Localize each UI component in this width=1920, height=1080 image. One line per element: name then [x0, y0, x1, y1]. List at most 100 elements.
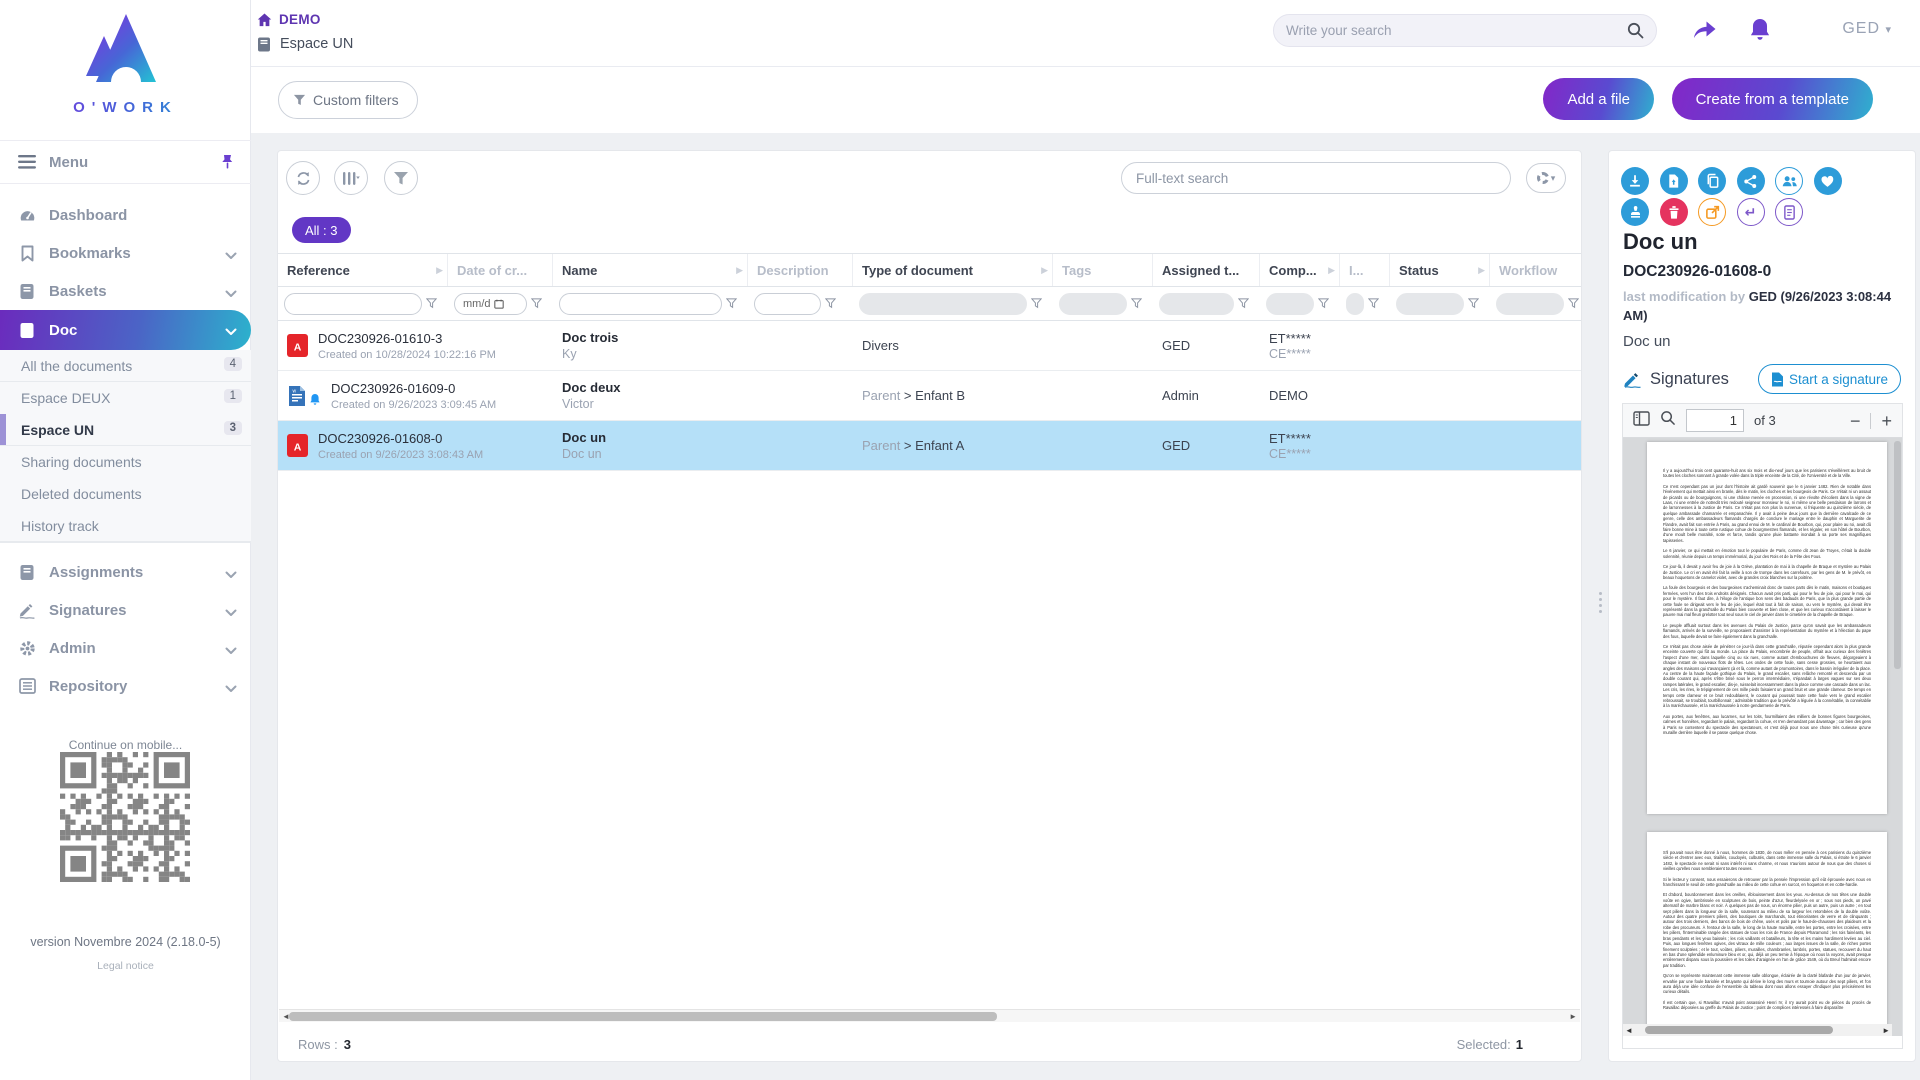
delete-button[interactable]: [1660, 198, 1688, 226]
sidebar-subitem-deleted-documents[interactable]: Deleted documents: [0, 478, 251, 510]
pdf-search-icon[interactable]: [1660, 410, 1676, 431]
funnel-filter-icon[interactable]: [1568, 298, 1579, 309]
panel-resize-handle[interactable]: [1596, 592, 1604, 613]
sidebar-subitem-sharing-documents[interactable]: Sharing documents: [0, 446, 251, 478]
column-header-1[interactable]: Date of cr...: [448, 254, 553, 286]
hamburger-icon: [17, 155, 37, 169]
funnel-filter-icon[interactable]: [1368, 298, 1379, 309]
return-button[interactable]: ↵: [1737, 198, 1765, 226]
page-count-label: of 3: [1754, 413, 1776, 428]
breadcrumb-root[interactable]: DEMO: [257, 12, 321, 27]
signatures-section: Signatures Start a signature: [1623, 363, 1901, 395]
notifications-bell-icon[interactable]: [1748, 17, 1772, 48]
funnel-filter-icon[interactable]: [1131, 298, 1142, 309]
filter-tab-all[interactable]: All : 3: [292, 217, 351, 243]
pdf-pages-area[interactable]: Il y a aujourd'hui trois cent quarante-h…: [1623, 438, 1902, 1036]
zoom-out-button[interactable]: −: [1850, 412, 1861, 430]
horizontal-scrollbar[interactable]: ◄ ►: [279, 1009, 1580, 1022]
sidebar-item-doc[interactable]: Doc: [0, 310, 251, 350]
zoom-in-button[interactable]: +: [1881, 412, 1892, 430]
legal-notice-link[interactable]: Legal notice: [0, 960, 251, 972]
column-header-3[interactable]: Description: [748, 254, 853, 286]
user-menu[interactable]: GED ▾: [1842, 20, 1892, 38]
global-search-input[interactable]: [1286, 23, 1627, 38]
scroll-right-arrow[interactable]: ►: [1569, 1012, 1577, 1021]
sidebar-subitem-history-track[interactable]: History track: [0, 510, 251, 542]
column-header-8[interactable]: I...: [1340, 254, 1390, 286]
column-header-5[interactable]: Tags: [1053, 254, 1153, 286]
funnel-filter-icon[interactable]: [1468, 298, 1479, 309]
column-header-0[interactable]: Reference▶: [278, 254, 448, 286]
sidebar-item-baskets[interactable]: Baskets: [0, 272, 251, 310]
cell-workflow: [1490, 371, 1582, 420]
scroll-right-arrow[interactable]: ►: [1882, 1026, 1890, 1035]
app-logo[interactable]: O'WORK: [0, 10, 251, 116]
sidebar-item-repository[interactable]: Repository: [0, 667, 251, 705]
funnel-filter-icon[interactable]: [1238, 298, 1249, 309]
scrollbar-thumb[interactable]: [289, 1012, 997, 1021]
pin-icon[interactable]: [220, 154, 235, 174]
funnel-filter-icon[interactable]: [825, 298, 836, 309]
menu-toggle[interactable]: Menu: [0, 143, 251, 181]
column-header-7[interactable]: Comp...▶: [1260, 254, 1340, 286]
manage-users-button[interactable]: [1775, 167, 1803, 195]
download-button[interactable]: [1621, 167, 1649, 195]
scrollbar-thumb[interactable]: [1645, 1026, 1833, 1034]
column-header-6[interactable]: Assigned t...: [1153, 254, 1260, 286]
page-number-input[interactable]: [1686, 409, 1744, 432]
filter-input[interactable]: [559, 293, 722, 315]
create-from-template-button[interactable]: Create from a template: [1672, 78, 1873, 120]
toggle-sidebar-icon[interactable]: [1633, 411, 1650, 431]
sidebar-item-label: Repository: [49, 678, 127, 695]
search-icon[interactable]: [1627, 22, 1644, 39]
repository-icon: [17, 678, 37, 694]
filter-button[interactable]: [384, 161, 418, 195]
column-header-2[interactable]: Name▶: [553, 254, 748, 286]
sidebar-item-admin[interactable]: Admin: [0, 629, 251, 667]
stamp-button[interactable]: [1621, 198, 1649, 226]
sidebar-subitem-espace-un[interactable]: Espace UN 3: [0, 414, 251, 446]
upload-version-button[interactable]: [1660, 167, 1688, 195]
table-settings-button[interactable]: ▾: [1526, 163, 1566, 193]
pdf-file-icon: A: [287, 434, 308, 457]
start-signature-button[interactable]: Start a signature: [1758, 364, 1901, 394]
table-row[interactable]: A DOC230926-01608-0 Created on 9/26/2023…: [278, 421, 1582, 471]
sidebar-item-assignments[interactable]: Assignments: [0, 553, 251, 591]
refresh-button[interactable]: [286, 161, 320, 195]
funnel-filter-icon[interactable]: [426, 298, 437, 309]
date-filter-input[interactable]: mm/d: [454, 293, 527, 315]
funnel-filter-icon[interactable]: [726, 298, 737, 309]
sidebar-item-bookmarks[interactable]: Bookmarks: [0, 234, 251, 272]
funnel-filter-icon[interactable]: [1318, 298, 1329, 309]
custom-filters-button[interactable]: Custom filters: [278, 81, 418, 119]
sidebar-item-signatures[interactable]: Signatures: [0, 591, 251, 629]
share-icon[interactable]: [1691, 17, 1719, 46]
funnel-filter-icon[interactable]: [531, 298, 542, 309]
open-external-button[interactable]: [1698, 198, 1726, 226]
filter-input[interactable]: [754, 293, 821, 315]
pdf-vertical-scrollbar[interactable]: [1894, 440, 1901, 1034]
fulltext-search-input[interactable]: [1121, 162, 1511, 194]
column-header-9[interactable]: Status▶: [1390, 254, 1490, 286]
column-header-4[interactable]: Type of document▶: [853, 254, 1053, 286]
scrollbar-thumb[interactable]: [1894, 441, 1901, 669]
share-button[interactable]: [1737, 167, 1765, 195]
add-file-button[interactable]: Add a file: [1543, 78, 1654, 120]
columns-button[interactable]: [334, 161, 368, 195]
pdf-page-2: S'il pouvait nous être donné à nous, hom…: [1647, 832, 1887, 1036]
cell-name: Doc trois Ky: [553, 321, 748, 370]
document-details-button[interactable]: [1775, 198, 1803, 226]
column-header-10[interactable]: Workflow: [1490, 254, 1582, 286]
sidebar-subitem-all-the-documents[interactable]: All the documents 4: [0, 350, 251, 382]
scroll-left-arrow[interactable]: ◄: [1625, 1026, 1633, 1035]
favorite-button[interactable]: [1814, 167, 1842, 195]
sidebar-subitem-espace-deux[interactable]: Espace DEUX 1: [0, 382, 251, 414]
copy-button[interactable]: [1698, 167, 1726, 195]
table-row[interactable]: A DOC230926-01610-3 Created on 10/28/202…: [278, 321, 1582, 371]
pdf-horizontal-scrollbar[interactable]: ◄ ►: [1623, 1024, 1892, 1036]
sidebar-item-dashboard[interactable]: Dashboard: [0, 196, 251, 234]
filter-input[interactable]: [284, 293, 422, 315]
funnel-filter-icon[interactable]: [1031, 298, 1042, 309]
table-row[interactable]: w DOC230926-01609-0 Created on 9/26/2023…: [278, 371, 1582, 421]
breadcrumb-current[interactable]: Espace UN: [257, 36, 353, 52]
